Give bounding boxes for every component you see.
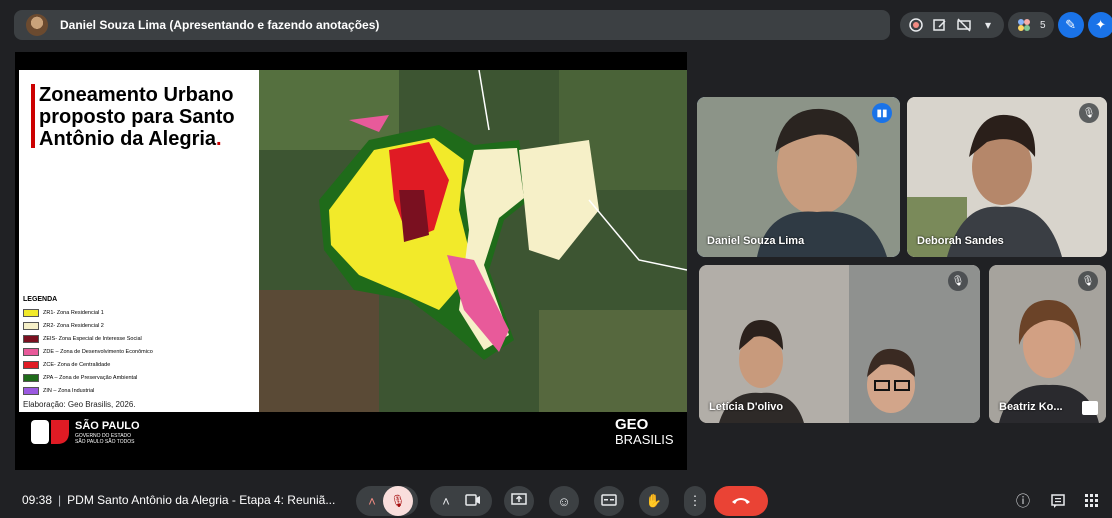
chat-icon[interactable] — [1049, 492, 1067, 510]
legend-label: ZEIS- Zona Especial de Interesse Social — [43, 335, 142, 342]
emoji-button[interactable]: ☺ — [549, 486, 579, 516]
camera-control[interactable]: ˄ — [430, 486, 492, 516]
end-call-icon — [731, 494, 751, 509]
slide-text-panel: Zoneamento Urbano proposto para Santo An… — [19, 70, 259, 412]
legend-swatch — [23, 373, 39, 382]
mic-control[interactable]: ˄ 🎙 — [356, 486, 418, 516]
participant-count: 5 — [1040, 19, 1046, 31]
legend-item: ZPA – Zona de Preservação Ambiental — [23, 371, 253, 384]
participant-name: Daniel Souza Lima — [707, 235, 805, 247]
meeting-title: PDM Santo Antônio da Alegria - Etapa 4: … — [67, 493, 336, 507]
legend-swatch — [23, 386, 39, 395]
present-icon — [511, 492, 527, 510]
legend-swatch — [23, 347, 39, 356]
legend-title: LEGENDA — [23, 296, 58, 303]
sp-logo-subtitle: GOVERNO DO ESTADO SÃO PAULO SÃO TODOS — [75, 433, 135, 445]
stop-presenting-icon[interactable] — [956, 17, 972, 33]
participants-button[interactable]: 5 — [1008, 12, 1054, 38]
zoning-map — [259, 70, 687, 412]
raise-hand-icon: ✋ — [645, 493, 663, 508]
record-icon[interactable] — [908, 17, 924, 33]
edit-icon: ✎ — [1065, 17, 1077, 32]
sao-paulo-logo-icon — [31, 418, 71, 446]
presentation-controls: ▾ — [900, 12, 1004, 38]
legend-label: ZR2- Zona Residencial 2 — [43, 322, 104, 329]
legend-label: ZIN – Zona Industrial — [43, 387, 95, 394]
people-icon — [1016, 17, 1032, 33]
legend-swatch — [23, 334, 39, 343]
legend-item: ZCE- Zona de Centralidade — [23, 358, 253, 371]
mic-off-icon: 🎙 — [1079, 103, 1099, 123]
edit-button[interactable]: ✎ — [1057, 12, 1084, 38]
chevron-down-icon[interactable]: ▾ — [980, 17, 996, 33]
meeting-time: 09:38 — [22, 493, 53, 507]
pin-icon[interactable] — [1082, 401, 1098, 415]
title-accent — [31, 84, 35, 148]
participant-name: Letícia D'olivo — [709, 401, 784, 413]
presentation-screen: Zoneamento Urbano proposto para Santo An… — [15, 52, 687, 470]
geo-brasilis-logo: GEO — [615, 416, 649, 433]
legend-label: ZCE- Zona de Centralidade — [43, 361, 111, 368]
slide-title: Zoneamento Urbano proposto para Santo An… — [39, 84, 235, 150]
more-icon: ⋮ — [688, 493, 702, 508]
legend-item: ZR2- Zona Residencial 2 — [23, 319, 253, 332]
bottom-toolbar: 09:38 | PDM Santo Antônio da Alegria - Eta… — [0, 484, 1112, 518]
gemini-button[interactable]: ✦ — [1087, 12, 1112, 38]
geo-brasilis-subtitle: BRASILIS — [615, 432, 674, 447]
chevron-up-icon[interactable]: ˄ — [361, 494, 383, 509]
participant-tile[interactable]: 🎙 Letícia D'olivo — [699, 265, 980, 423]
meeting-info: 09:38 | PDM Santo Antônio da Alegria - Eta… — [22, 493, 336, 507]
raise-hand-button[interactable]: ✋ — [639, 486, 669, 516]
sp-logo-title: SÃO PAULO — [75, 420, 140, 432]
presenting-bar: Daniel Souza Lima (Apresentando e fazend… — [14, 10, 890, 40]
mic-off-icon: 🎙 — [948, 271, 968, 291]
captions-icon — [601, 493, 617, 509]
top-controls: ▾ 5 ✎ ✦ — [900, 10, 1112, 40]
legend-swatch — [23, 321, 39, 330]
more-options-button[interactable]: ⋮ — [684, 486, 706, 516]
map-legend: ZR1- Zona Residencial 1 ZR2- Zona Residen… — [23, 306, 253, 397]
legend-item: ZIN – Zona Industrial — [23, 384, 253, 397]
present-button[interactable] — [504, 486, 534, 516]
slide-footer: SÃO PAULO GOVERNO DO ESTADO SÃO PAULO SÃ… — [15, 412, 687, 470]
captions-button[interactable] — [594, 486, 624, 516]
participant-tile[interactable]: 🎙 Deborah Sandes — [907, 97, 1107, 257]
legend-item: ZDE – Zona de Desenvolvimento Econômico — [23, 345, 253, 358]
participant-name: Beatriz Ko... — [999, 401, 1063, 413]
participant-tile[interactable]: ▮▮ Daniel Souza Lima — [697, 97, 900, 257]
end-call-button[interactable] — [714, 486, 768, 516]
legend-swatch — [23, 360, 39, 369]
mic-off-icon: 🎙 — [1078, 271, 1098, 291]
participant-name: Deborah Sandes — [917, 235, 1004, 247]
info-icon[interactable]: ⓘ — [1014, 492, 1032, 510]
legend-item: ZEIS- Zona Especial de Interesse Social — [23, 332, 253, 345]
mic-off-icon[interactable]: 🎙 — [383, 486, 413, 516]
legend-label: ZPA – Zona de Preservação Ambiental — [43, 374, 138, 381]
chevron-up-icon[interactable]: ˄ — [434, 494, 458, 509]
presenter-avatar — [26, 14, 48, 36]
annotate-icon[interactable] — [932, 17, 948, 33]
presenting-label: Daniel Souza Lima (Apresentando e fazend… — [60, 18, 380, 32]
gemini-icon: ✦ — [1095, 17, 1107, 32]
emoji-icon: ☺ — [557, 493, 571, 509]
legend-label: ZR1- Zona Residencial 1 — [43, 309, 104, 316]
activities-icon[interactable] — [1083, 492, 1101, 510]
camera-icon[interactable] — [458, 493, 488, 509]
participant-tile[interactable]: 🎙 Beatriz Ko... — [989, 265, 1106, 423]
slide-credit: Elaboração: Geo Brasilis, 2026. — [23, 400, 136, 409]
legend-label: ZDE – Zona de Desenvolvimento Econômico — [43, 348, 153, 355]
legend-swatch — [23, 308, 39, 317]
speaking-indicator-icon: ▮▮ — [872, 103, 892, 123]
legend-item: ZR1- Zona Residencial 1 — [23, 306, 253, 319]
